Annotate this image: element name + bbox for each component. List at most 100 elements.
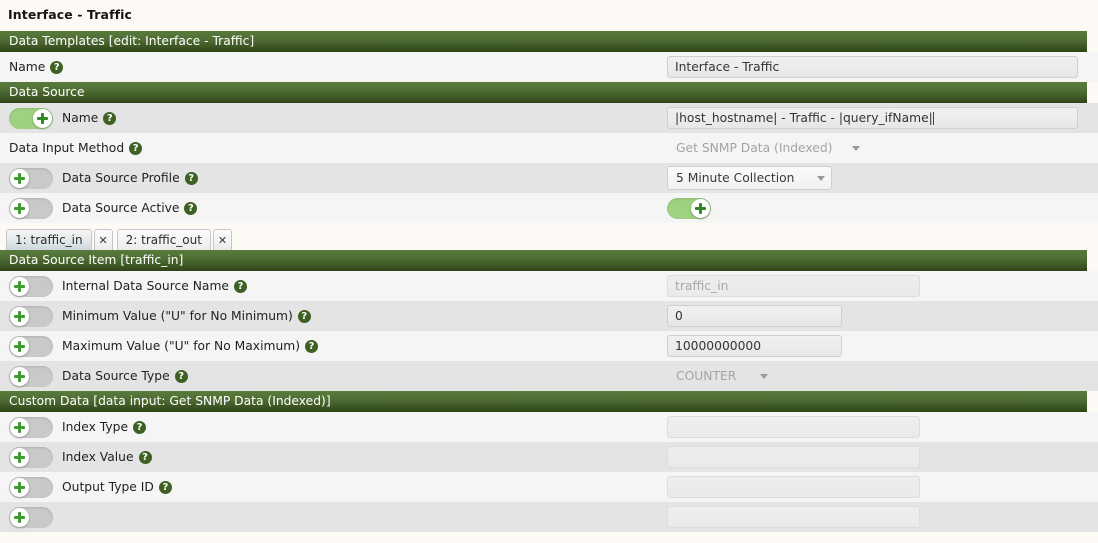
- data-source-item-tabs: 1: traffic_in ✕ 2: traffic_out ✕: [0, 223, 1098, 250]
- form-row-index-type: Index Type ?: [0, 412, 1098, 442]
- tab-traffic-out[interactable]: 2: traffic_out: [116, 229, 211, 250]
- field-label: Data Source Active: [62, 201, 180, 215]
- help-icon[interactable]: ?: [138, 450, 152, 464]
- plus-icon: [14, 451, 25, 463]
- section-header-custom-data: Custom Data [data input: Get SNMP Data (…: [0, 391, 1087, 412]
- form-row-minimum-value: Minimum Value ("U" for No Minimum) ? 0: [0, 301, 1098, 331]
- tab-traffic-in[interactable]: 1: traffic_in: [6, 229, 92, 250]
- chevron-down-icon: [760, 373, 768, 379]
- toggle-knob: [10, 306, 29, 326]
- minimum-value-input[interactable]: 0: [667, 305, 842, 327]
- toggle-knob: [10, 507, 29, 527]
- index-value-input[interactable]: [667, 446, 920, 468]
- data-input-method-select: Get SNMP Data (Indexed): [667, 136, 867, 160]
- section-header-data-source: Data Source: [0, 82, 1087, 103]
- close-icon-tab-traffic-out[interactable]: ✕: [212, 229, 232, 250]
- toggle-ds-active-value[interactable]: [667, 197, 711, 219]
- close-icon-tab-traffic-in[interactable]: ✕: [93, 229, 113, 250]
- toggle-ds-name[interactable]: [9, 107, 53, 129]
- toggle-ds-profile[interactable]: [9, 167, 53, 189]
- select-value: COUNTER: [676, 369, 737, 383]
- field-column: Interface - Traffic: [667, 52, 1078, 82]
- toggle-ds-active-override[interactable]: [9, 197, 53, 219]
- row-label: Internal Data Source Name ?: [0, 275, 247, 297]
- toggle-partial-row[interactable]: [9, 506, 53, 528]
- row-label: Data Source Active ?: [0, 197, 198, 219]
- toggle-knob: [33, 108, 52, 128]
- plus-icon: [14, 511, 25, 523]
- data-source-type-select: COUNTER: [667, 364, 775, 388]
- help-icon[interactable]: ?: [184, 201, 198, 215]
- plus-icon: [14, 202, 25, 214]
- field-label: Index Value: [62, 450, 134, 464]
- field-column: |host_hostname| - Traffic - |query_ifNam…: [667, 103, 1078, 133]
- form-row-maximum-value: Maximum Value ("U" for No Maximum) ? 100…: [0, 331, 1098, 361]
- field-column: Get SNMP Data (Indexed): [667, 133, 867, 163]
- help-icon[interactable]: ?: [50, 60, 64, 74]
- help-icon[interactable]: ?: [103, 111, 117, 125]
- toggle-output-type-id[interactable]: [9, 476, 53, 498]
- field-column: [667, 472, 920, 502]
- toggle-maximum-value[interactable]: [9, 335, 53, 357]
- select-value: 5 Minute Collection: [676, 171, 795, 185]
- form-row-partial-bottom: [0, 502, 1098, 532]
- internal-ds-name-input: traffic_in: [667, 275, 920, 297]
- plus-icon: [14, 172, 25, 184]
- template-name-input[interactable]: Interface - Traffic: [667, 56, 1078, 78]
- help-icon[interactable]: ?: [174, 369, 188, 383]
- plus-icon: [14, 280, 25, 292]
- toggle-knob: [10, 276, 29, 296]
- field-label: Internal Data Source Name: [62, 279, 229, 293]
- plus-icon: [14, 421, 25, 433]
- toggle-internal-ds-name[interactable]: [9, 275, 53, 297]
- help-icon[interactable]: ?: [305, 339, 319, 353]
- help-icon[interactable]: ?: [158, 480, 172, 494]
- field-label: Name: [9, 60, 46, 74]
- toggle-knob: [10, 336, 29, 356]
- chevron-down-icon: [817, 175, 825, 181]
- field-column: traffic_in: [667, 271, 920, 301]
- toggle-minimum-value[interactable]: [9, 305, 53, 327]
- field-column: [667, 193, 711, 223]
- row-label: Name ?: [0, 107, 117, 129]
- form-row-data-input-method: Data Input Method ? Get SNMP Data (Index…: [0, 133, 1098, 163]
- help-icon[interactable]: ?: [129, 141, 143, 155]
- row-label: [0, 506, 62, 528]
- plus-icon: [14, 310, 25, 322]
- form-row-index-value: Index Value ?: [0, 442, 1098, 472]
- maximum-value-input[interactable]: 10000000000: [667, 335, 842, 357]
- help-icon[interactable]: ?: [297, 309, 311, 323]
- help-icon[interactable]: ?: [234, 279, 247, 293]
- field-column: [667, 412, 920, 442]
- field-label: Minimum Value ("U" for No Minimum): [62, 309, 293, 323]
- toggle-knob: [691, 198, 710, 218]
- form-row-output-type-id: Output Type ID ?: [0, 472, 1098, 502]
- form-row-ds-profile: Data Source Profile ? 5 Minute Collectio…: [0, 163, 1098, 193]
- row-label: Index Type ?: [0, 416, 147, 438]
- output-type-id-input[interactable]: [667, 476, 920, 498]
- row-label: Data Source Profile ?: [0, 167, 198, 189]
- field-label: Data Source Type: [62, 369, 170, 383]
- help-icon[interactable]: ?: [184, 171, 198, 185]
- index-type-input[interactable]: [667, 416, 920, 438]
- row-label: Minimum Value ("U" for No Minimum) ?: [0, 305, 311, 327]
- ds-name-input[interactable]: |host_hostname| - Traffic - |query_ifNam…: [667, 107, 1078, 129]
- row-label: Data Input Method ?: [0, 141, 143, 155]
- toggle-data-source-type[interactable]: [9, 365, 53, 387]
- toggle-index-value[interactable]: [9, 446, 53, 468]
- field-label: Data Input Method: [9, 141, 125, 155]
- toggle-index-type[interactable]: [9, 416, 53, 438]
- plus-icon: [695, 202, 706, 214]
- form-row-ds-active: Data Source Active ?: [0, 193, 1098, 223]
- plus-icon: [14, 370, 25, 382]
- field-label: Index Type: [62, 420, 129, 434]
- partial-row-input[interactable]: [667, 506, 920, 528]
- section-header-data-templates: Data Templates [edit: Interface - Traffi…: [0, 31, 1087, 52]
- toggle-knob: [10, 366, 29, 386]
- section-header-data-source-item: Data Source Item [traffic_in]: [0, 250, 1087, 271]
- toggle-knob: [10, 198, 29, 218]
- help-icon[interactable]: ?: [133, 420, 147, 434]
- text-caret: [932, 111, 934, 125]
- ds-profile-select[interactable]: 5 Minute Collection: [667, 166, 832, 190]
- plus-icon: [37, 112, 48, 124]
